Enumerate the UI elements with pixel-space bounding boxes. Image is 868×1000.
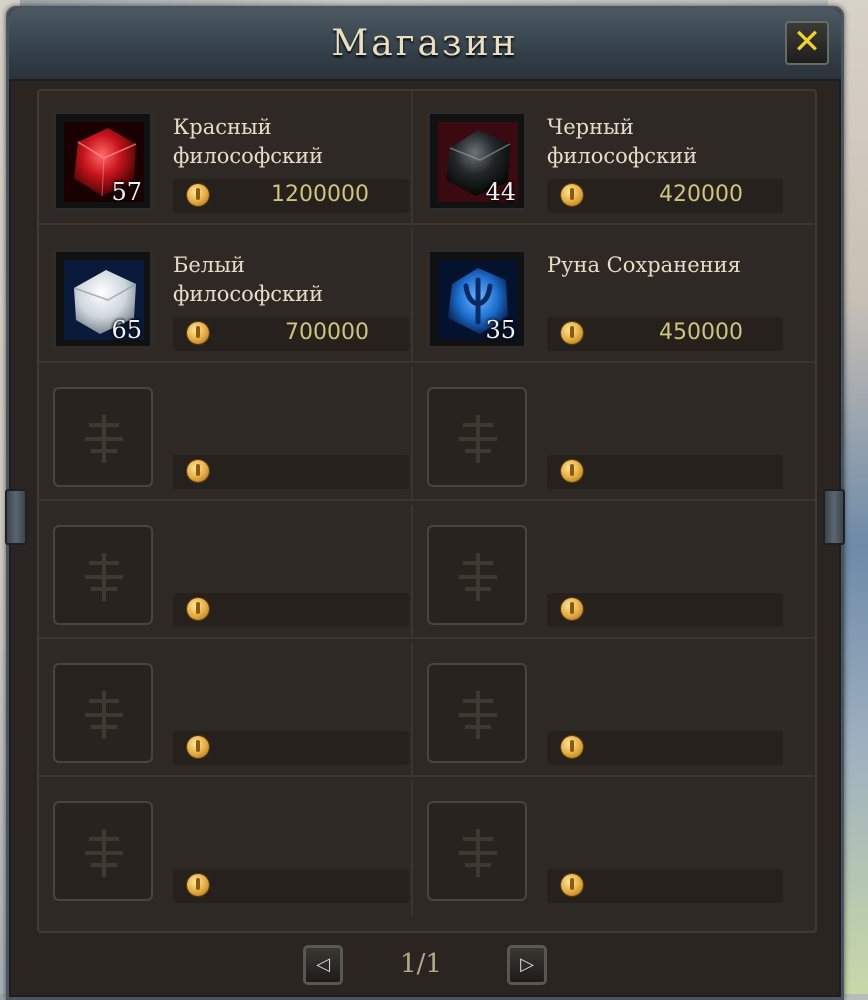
empty-item-slot (427, 525, 527, 625)
empty-shop-slot (39, 505, 411, 639)
placeholder-emblem-icon (85, 691, 123, 739)
item-price: 450000 (659, 320, 743, 345)
coin-icon (187, 184, 209, 206)
price-bar: 1200000 (173, 179, 409, 213)
empty-shop-slot (411, 367, 815, 501)
placeholder-emblem-icon (459, 691, 497, 739)
item-quantity: 57 (111, 178, 142, 206)
placeholder-emblem-icon (85, 415, 123, 463)
coin-icon (187, 874, 209, 896)
shop-item[interactable]: 65 Белый философский 700000 (39, 229, 411, 363)
shop-window: Магазин ✕ 57 Красный философский 1200000… (5, 6, 845, 1000)
price-bar (547, 593, 783, 627)
coin-icon (561, 460, 583, 482)
placeholder-emblem-icon (459, 553, 497, 601)
price-bar (173, 869, 409, 903)
item-name: Черный философский (547, 115, 698, 168)
shop-item[interactable]: 35 Руна Сохранения 450000 (411, 229, 815, 363)
empty-item-slot (427, 663, 527, 763)
item-quantity: 44 (485, 178, 516, 206)
coin-icon (561, 736, 583, 758)
placeholder-emblem-icon (85, 553, 123, 601)
empty-shop-slot (39, 781, 411, 915)
shop-item[interactable]: 44 Черный философский 420000 (411, 91, 815, 225)
coin-icon (561, 184, 583, 206)
item-slot[interactable]: 35 (427, 249, 527, 349)
empty-item-slot (53, 663, 153, 763)
window-title: Магазин (331, 23, 519, 64)
item-quantity: 65 (111, 316, 142, 344)
empty-item-slot (53, 801, 153, 901)
price-bar: 700000 (173, 317, 409, 351)
empty-item-slot (53, 525, 153, 625)
empty-shop-slot (411, 781, 815, 915)
title-bar: Магазин ✕ (9, 9, 841, 81)
side-handle-left (5, 489, 27, 545)
coin-icon (561, 322, 583, 344)
empty-shop-slot (411, 643, 815, 777)
item-name: Белый философский (173, 253, 324, 306)
shop-grid: 57 Красный философский 1200000 44 Черный… (39, 91, 815, 931)
empty-item-slot (53, 387, 153, 487)
coin-icon (561, 874, 583, 896)
next-page-button[interactable]: ▷ (507, 945, 547, 985)
price-bar (547, 869, 783, 903)
item-slot[interactable]: 44 (427, 111, 527, 211)
placeholder-emblem-icon (459, 415, 497, 463)
item-price: 700000 (285, 320, 369, 345)
empty-shop-slot (39, 367, 411, 501)
coin-icon (187, 322, 209, 344)
prev-page-button[interactable]: ◁ (303, 945, 343, 985)
coin-icon (187, 736, 209, 758)
side-handle-right (823, 489, 845, 545)
coin-icon (187, 598, 209, 620)
coin-icon (561, 598, 583, 620)
item-slot[interactable]: 57 (53, 111, 153, 211)
price-bar (173, 731, 409, 765)
empty-shop-slot (411, 505, 815, 639)
shop-item[interactable]: 57 Красный философский 1200000 (39, 91, 411, 225)
coin-icon (187, 460, 209, 482)
chevron-left-icon: ◁ (316, 954, 330, 975)
price-bar (173, 593, 409, 627)
price-bar (173, 455, 409, 489)
item-price: 1200000 (271, 182, 369, 207)
empty-item-slot (427, 387, 527, 487)
price-bar: 420000 (547, 179, 783, 213)
price-bar (547, 731, 783, 765)
empty-item-slot (427, 801, 527, 901)
chevron-right-icon: ▷ (520, 954, 534, 975)
empty-shop-slot (39, 643, 411, 777)
close-icon: ✕ (792, 22, 822, 62)
price-bar (547, 455, 783, 489)
item-slot[interactable]: 65 (53, 249, 153, 349)
pagination: ◁ 1/1 ▷ (9, 939, 841, 987)
item-name: Руна Сохранения (547, 253, 741, 277)
item-quantity: 35 (485, 316, 516, 344)
placeholder-emblem-icon (85, 829, 123, 877)
item-price: 420000 (659, 182, 743, 207)
shop-panel: 57 Красный философский 1200000 44 Черный… (37, 89, 817, 933)
page-indicator: 1/1 (400, 949, 442, 979)
close-button[interactable]: ✕ (785, 21, 829, 65)
price-bar: 450000 (547, 317, 783, 351)
item-name: Красный философский (173, 115, 324, 168)
placeholder-emblem-icon (459, 829, 497, 877)
